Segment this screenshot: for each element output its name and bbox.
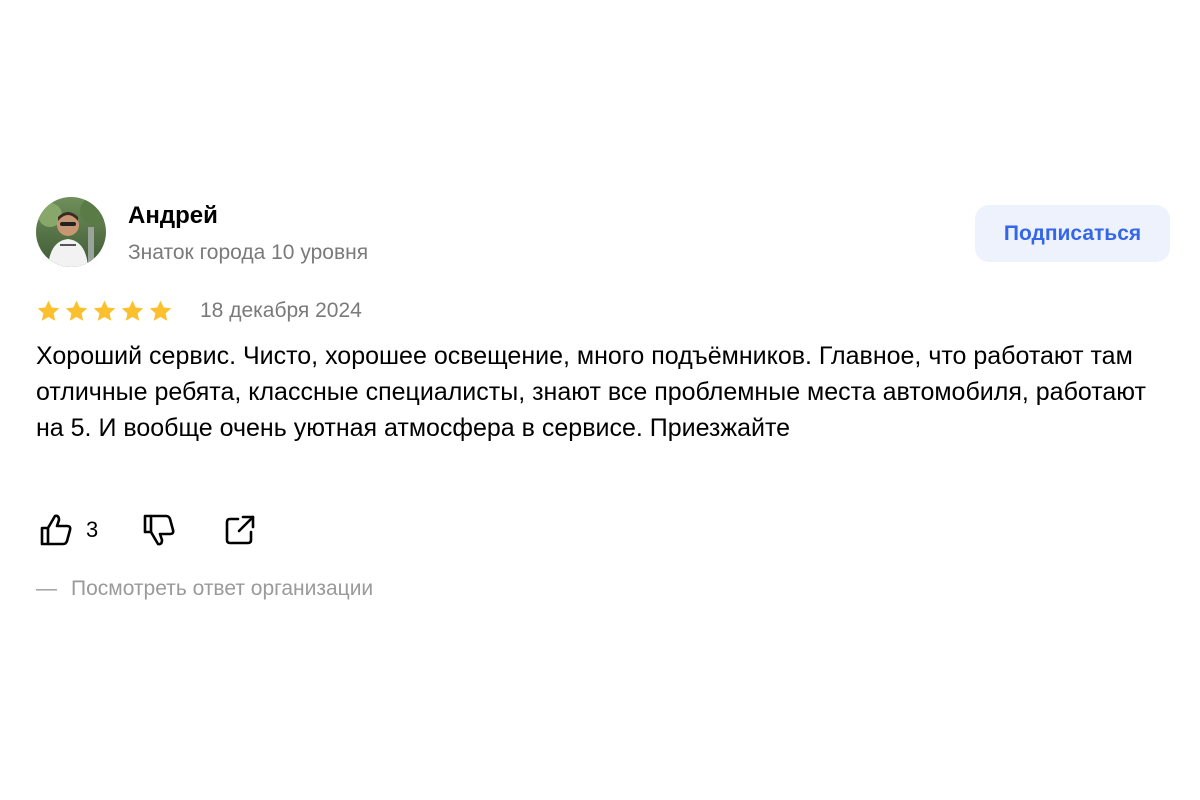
rating-row: 18 декабря 2024: [36, 296, 636, 326]
author-level: Знаток города 10 уровня: [128, 241, 369, 264]
star-rating: [36, 299, 173, 324]
response-dash: —: [36, 577, 57, 600]
thumbs-up-icon: [40, 514, 72, 546]
star-icon: [121, 300, 144, 321]
star-icon: [37, 300, 60, 321]
star-icon: [93, 300, 116, 321]
star-icon: [65, 300, 88, 321]
star-icon: [149, 300, 172, 321]
subscribe-button[interactable]: Подписаться: [975, 205, 1170, 262]
author-avatar[interactable]: [36, 197, 106, 267]
view-organization-response-link[interactable]: — Посмотреть ответ организации: [36, 577, 373, 601]
review-card: Андрей Знаток города 10 уровня Подписать…: [36, 197, 1170, 600]
avatar-photo: [36, 197, 106, 267]
share-icon: [225, 515, 255, 545]
thumbs-down-icon: [143, 514, 175, 546]
review-header: Андрей Знаток города 10 уровня Подписать…: [36, 197, 1170, 269]
review-actions: 3: [36, 510, 336, 550]
review-date: 18 декабря 2024: [200, 299, 362, 322]
response-link-label: Посмотреть ответ организации: [71, 577, 374, 600]
share-button[interactable]: [222, 510, 258, 550]
review-text: Хороший сервис. Чисто, хорошее освещение…: [36, 342, 1146, 442]
dislike-button[interactable]: [141, 510, 177, 550]
like-count: 3: [86, 517, 99, 542]
author-name[interactable]: Андрей: [128, 202, 218, 230]
like-button[interactable]: 3: [38, 510, 98, 550]
